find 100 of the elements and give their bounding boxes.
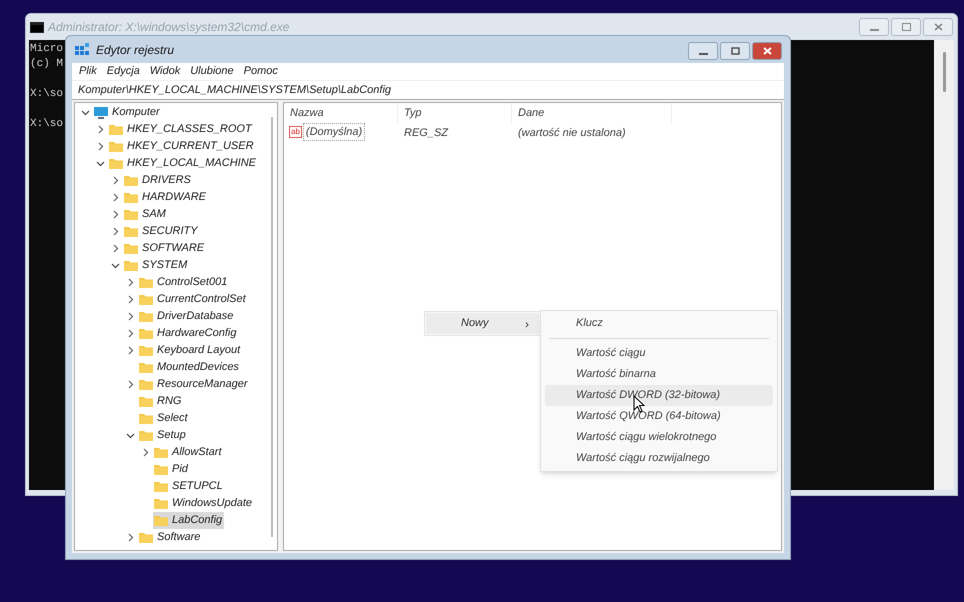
menu-item[interactable]: Wartość QWORD (64-bitowa) [545, 406, 773, 427]
chevron-icon: › [525, 314, 529, 332]
chevron-right-icon[interactable] [126, 380, 135, 389]
tree-item[interactable]: HKEY_CLASSES_ROOT [108, 121, 254, 138]
menu-item[interactable]: Wartość ciągu [545, 343, 773, 364]
menu-item[interactable]: Wartość binarna [545, 364, 773, 385]
tree-item[interactable]: DriverDatabase [138, 308, 236, 325]
menu-item[interactable]: Klucz [545, 313, 773, 334]
folder-icon [153, 463, 169, 476]
folder-icon [153, 446, 169, 459]
folder-icon [123, 225, 139, 238]
chevron-right-icon[interactable] [126, 329, 135, 338]
folder-icon [153, 497, 169, 510]
tree-item[interactable]: SAM [123, 206, 168, 223]
folder-icon [138, 378, 154, 391]
close-icon [934, 23, 942, 31]
tree-item[interactable]: HKEY_LOCAL_MACHINE [108, 155, 258, 172]
chevron-right-icon[interactable] [111, 227, 120, 236]
chevron-right-icon[interactable] [111, 244, 120, 253]
folder-icon [123, 242, 139, 255]
chevron-right-icon[interactable] [111, 210, 120, 219]
scrollbar-thumb[interactable] [271, 117, 273, 537]
tree-item[interactable]: Komputer [93, 104, 162, 121]
minimize-icon [870, 29, 878, 31]
chevron-down-icon[interactable] [126, 431, 135, 440]
minimize-button[interactable] [688, 42, 718, 60]
folder-icon [108, 123, 124, 136]
tree-item[interactable]: Select [138, 410, 190, 427]
column-header[interactable]: Typ [404, 104, 422, 122]
tree-item[interactable]: Setup [138, 427, 188, 444]
chevron-right-icon[interactable] [141, 448, 150, 457]
table-cell: (wartość nie ustalona) [518, 127, 626, 139]
maximize-icon [730, 46, 740, 54]
menu-item[interactable]: Nowy › [426, 313, 539, 334]
console-line: X:\so [30, 87, 64, 102]
chevron-right-icon[interactable] [111, 193, 120, 202]
tree-item[interactable]: HARDWARE [123, 189, 208, 206]
minimize-icon [698, 52, 708, 54]
table-cell: (Domyślna) [302, 122, 366, 142]
maximize-button[interactable] [891, 18, 921, 36]
tree-item[interactable]: RNG [138, 393, 184, 410]
tree-item[interactable]: CurrentControlSet [138, 291, 248, 308]
chevron-right-icon[interactable] [126, 312, 135, 321]
tree-item[interactable]: ControlSet001 [138, 274, 230, 291]
folder-icon [123, 191, 139, 204]
folder-icon [138, 361, 154, 374]
tree-item[interactable]: SECURITY [123, 223, 200, 240]
maximize-button[interactable] [720, 42, 750, 60]
column-header[interactable]: Nazwa [290, 104, 324, 122]
chevron-right-icon[interactable] [111, 176, 120, 185]
tree-item[interactable]: DRIVERS [123, 172, 193, 189]
console-line: Micro [30, 42, 64, 57]
menu-item[interactable]: Ulubione [190, 63, 234, 80]
folder-icon [138, 395, 154, 408]
chevron-right-icon[interactable] [96, 142, 105, 151]
tree-item[interactable]: MountedDevices [138, 359, 241, 376]
column-header[interactable]: Dane [518, 104, 544, 122]
menu-item[interactable]: Edycja [106, 63, 140, 80]
window-title: Edytor rejestru [96, 42, 174, 58]
folder-icon [123, 259, 139, 272]
folder-icon [138, 310, 154, 323]
menu-item[interactable]: Wartość ciągu rozwijalnego [545, 448, 773, 469]
tree-item[interactable]: SYSTEM [123, 257, 190, 274]
chevron-right-icon[interactable] [126, 295, 135, 304]
chevron-down-icon[interactable] [81, 108, 90, 117]
tree-item[interactable]: WindowsUpdate [153, 495, 254, 512]
tree-item[interactable]: Software [138, 529, 202, 546]
menu-item[interactable]: Wartość ciągu wielokrotnego [545, 427, 773, 448]
chevron-down-icon[interactable] [96, 159, 105, 168]
tree-item[interactable]: Keyboard Layout [138, 342, 242, 359]
folder-icon [138, 412, 154, 425]
chevron-right-icon[interactable] [126, 346, 135, 355]
tree-item[interactable]: ResourceManager [138, 376, 250, 393]
tree-item[interactable]: SOFTWARE [123, 240, 206, 257]
tree-item[interactable]: AllowStart [153, 444, 224, 461]
folder-icon [123, 208, 139, 221]
maximize-icon [902, 23, 910, 31]
tree-item[interactable]: HardwareConfig [138, 325, 238, 342]
chevron-right-icon[interactable] [96, 125, 105, 134]
close-button[interactable] [923, 18, 953, 36]
menu-item[interactable]: Pomoc [244, 63, 278, 80]
tree-item[interactable]: Pid [153, 461, 190, 478]
chevron-down-icon[interactable] [111, 261, 120, 270]
console-line: X:\so [30, 117, 64, 132]
chevron-right-icon[interactable] [126, 278, 135, 287]
scrollbar-thumb[interactable] [942, 52, 946, 92]
menu-item[interactable]: Plik [79, 63, 97, 80]
folder-icon [138, 293, 154, 306]
console-icon [30, 22, 44, 32]
close-button[interactable] [752, 42, 782, 60]
tree-item[interactable]: SETUPCL [153, 478, 225, 495]
minimize-button[interactable] [859, 18, 889, 36]
folder-icon [138, 429, 154, 442]
tree-item[interactable]: LabConfig [153, 512, 224, 529]
menu-item[interactable]: Widok [150, 63, 180, 80]
tree-item[interactable]: HKEY_CURRENT_USER [108, 138, 256, 155]
folder-icon [153, 514, 169, 527]
table-cell: REG_SZ [404, 127, 448, 139]
string-value-icon: ab [289, 126, 302, 138]
chevron-right-icon[interactable] [126, 533, 135, 542]
